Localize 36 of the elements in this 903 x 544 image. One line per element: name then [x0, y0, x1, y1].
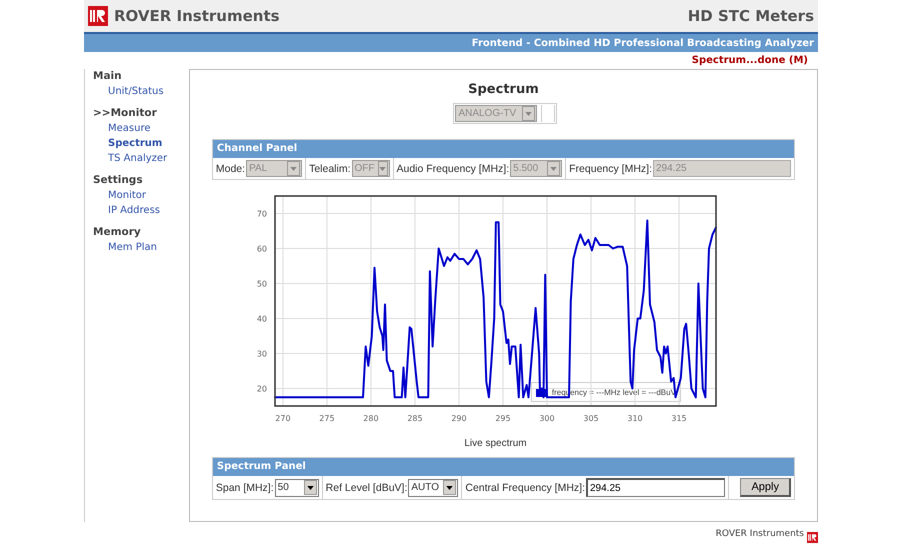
- axis-tick-label: 275: [319, 414, 334, 423]
- field-label: Mode:: [216, 162, 246, 174]
- field-label: Telealim:: [309, 162, 350, 174]
- field-label: Central Frequency [MHz]:: [465, 482, 585, 494]
- field-label: Span [MHz]:: [216, 482, 274, 494]
- axis-tick-label: 70: [256, 210, 267, 218]
- axis-tick-label: 20: [256, 384, 267, 394]
- panel-header: Channel Panel: [212, 140, 794, 158]
- section-heading: Settings: [93, 173, 144, 188]
- product-title: HD STC Meters: [688, 7, 814, 25]
- axis-tick-label: 60: [256, 244, 267, 254]
- page-title: Spectrum: [467, 82, 540, 97]
- section-heading: >>Monitor: [93, 106, 158, 121]
- axis-tick-label: 290: [451, 414, 466, 423]
- axis-tick-label: 305: [583, 414, 599, 423]
- axis-tick-label: 295: [495, 414, 510, 423]
- axis-tick-label: 270: [275, 414, 290, 423]
- field-label: Audio Frequency [MHz]:: [396, 162, 510, 174]
- field-label: Ref Level [dBuV]:: [326, 482, 408, 494]
- axis-tick-label: 30: [256, 350, 267, 358]
- section-heading: Memory: [93, 225, 142, 240]
- section-heading: Main: [93, 69, 123, 84]
- status-text: Spectrum...done (M): [692, 55, 808, 66]
- footer-text: ROVER Instruments: [716, 528, 804, 538]
- axis-tick-label: 315: [671, 414, 687, 423]
- panel-header: Spectrum Panel: [212, 458, 794, 476]
- axis-tick-label: 40: [256, 314, 267, 324]
- axis-tick-label: 50: [256, 280, 267, 288]
- axis-tick-label: 300: [539, 414, 554, 423]
- axis-tick-label: 280: [363, 414, 378, 423]
- field-label: Frequency [MHz]:: [569, 162, 652, 174]
- axis-tick-label: 310: [627, 414, 643, 423]
- brand-title: ROVER Instruments: [114, 7, 280, 25]
- axis-tick-label: 285: [407, 414, 422, 423]
- chart-title: Live spectrum: [464, 438, 526, 449]
- subtitle-text: Frontend - Combined HD Professional Broadcasting Analyzer: [472, 38, 814, 48]
